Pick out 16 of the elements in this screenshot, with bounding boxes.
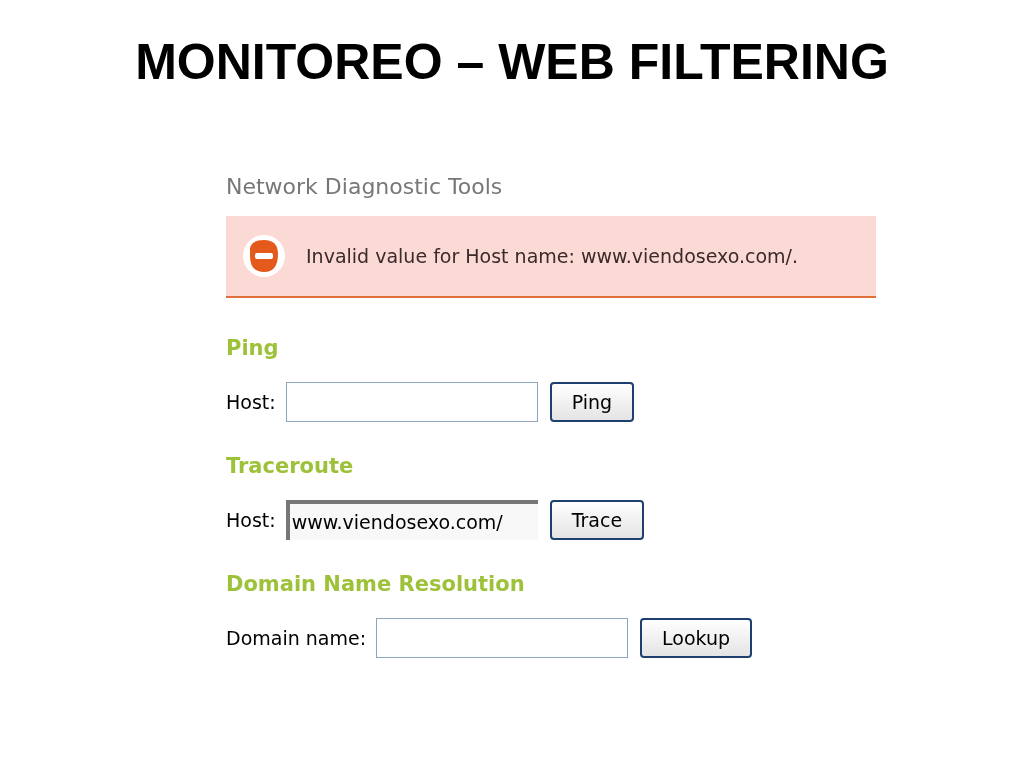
section-heading: Domain Name Resolution [226, 571, 525, 598]
action-button[interactable]: Lookup [640, 618, 753, 658]
text-field[interactable] [285, 382, 538, 422]
field-label: Domain name: [226, 625, 367, 651]
error-icon [242, 234, 286, 278]
action-button[interactable]: Trace [549, 500, 645, 540]
section-heading: Ping [226, 335, 279, 362]
section-heading: Traceroute [226, 453, 354, 480]
page-title: Network Diagnostic Tools [226, 173, 503, 201]
field-label: Host: [226, 507, 276, 533]
text-field[interactable]: www.viendosexo.com/ [285, 500, 538, 540]
slide-title: MONITOREO – WEB FILTERING [135, 33, 889, 92]
field-label: Host: [226, 389, 276, 415]
action-button[interactable]: Ping [549, 382, 635, 422]
error-message: Invalid value for Host name: www.viendosexo.com/. [306, 243, 799, 269]
text-field[interactable] [376, 618, 629, 658]
